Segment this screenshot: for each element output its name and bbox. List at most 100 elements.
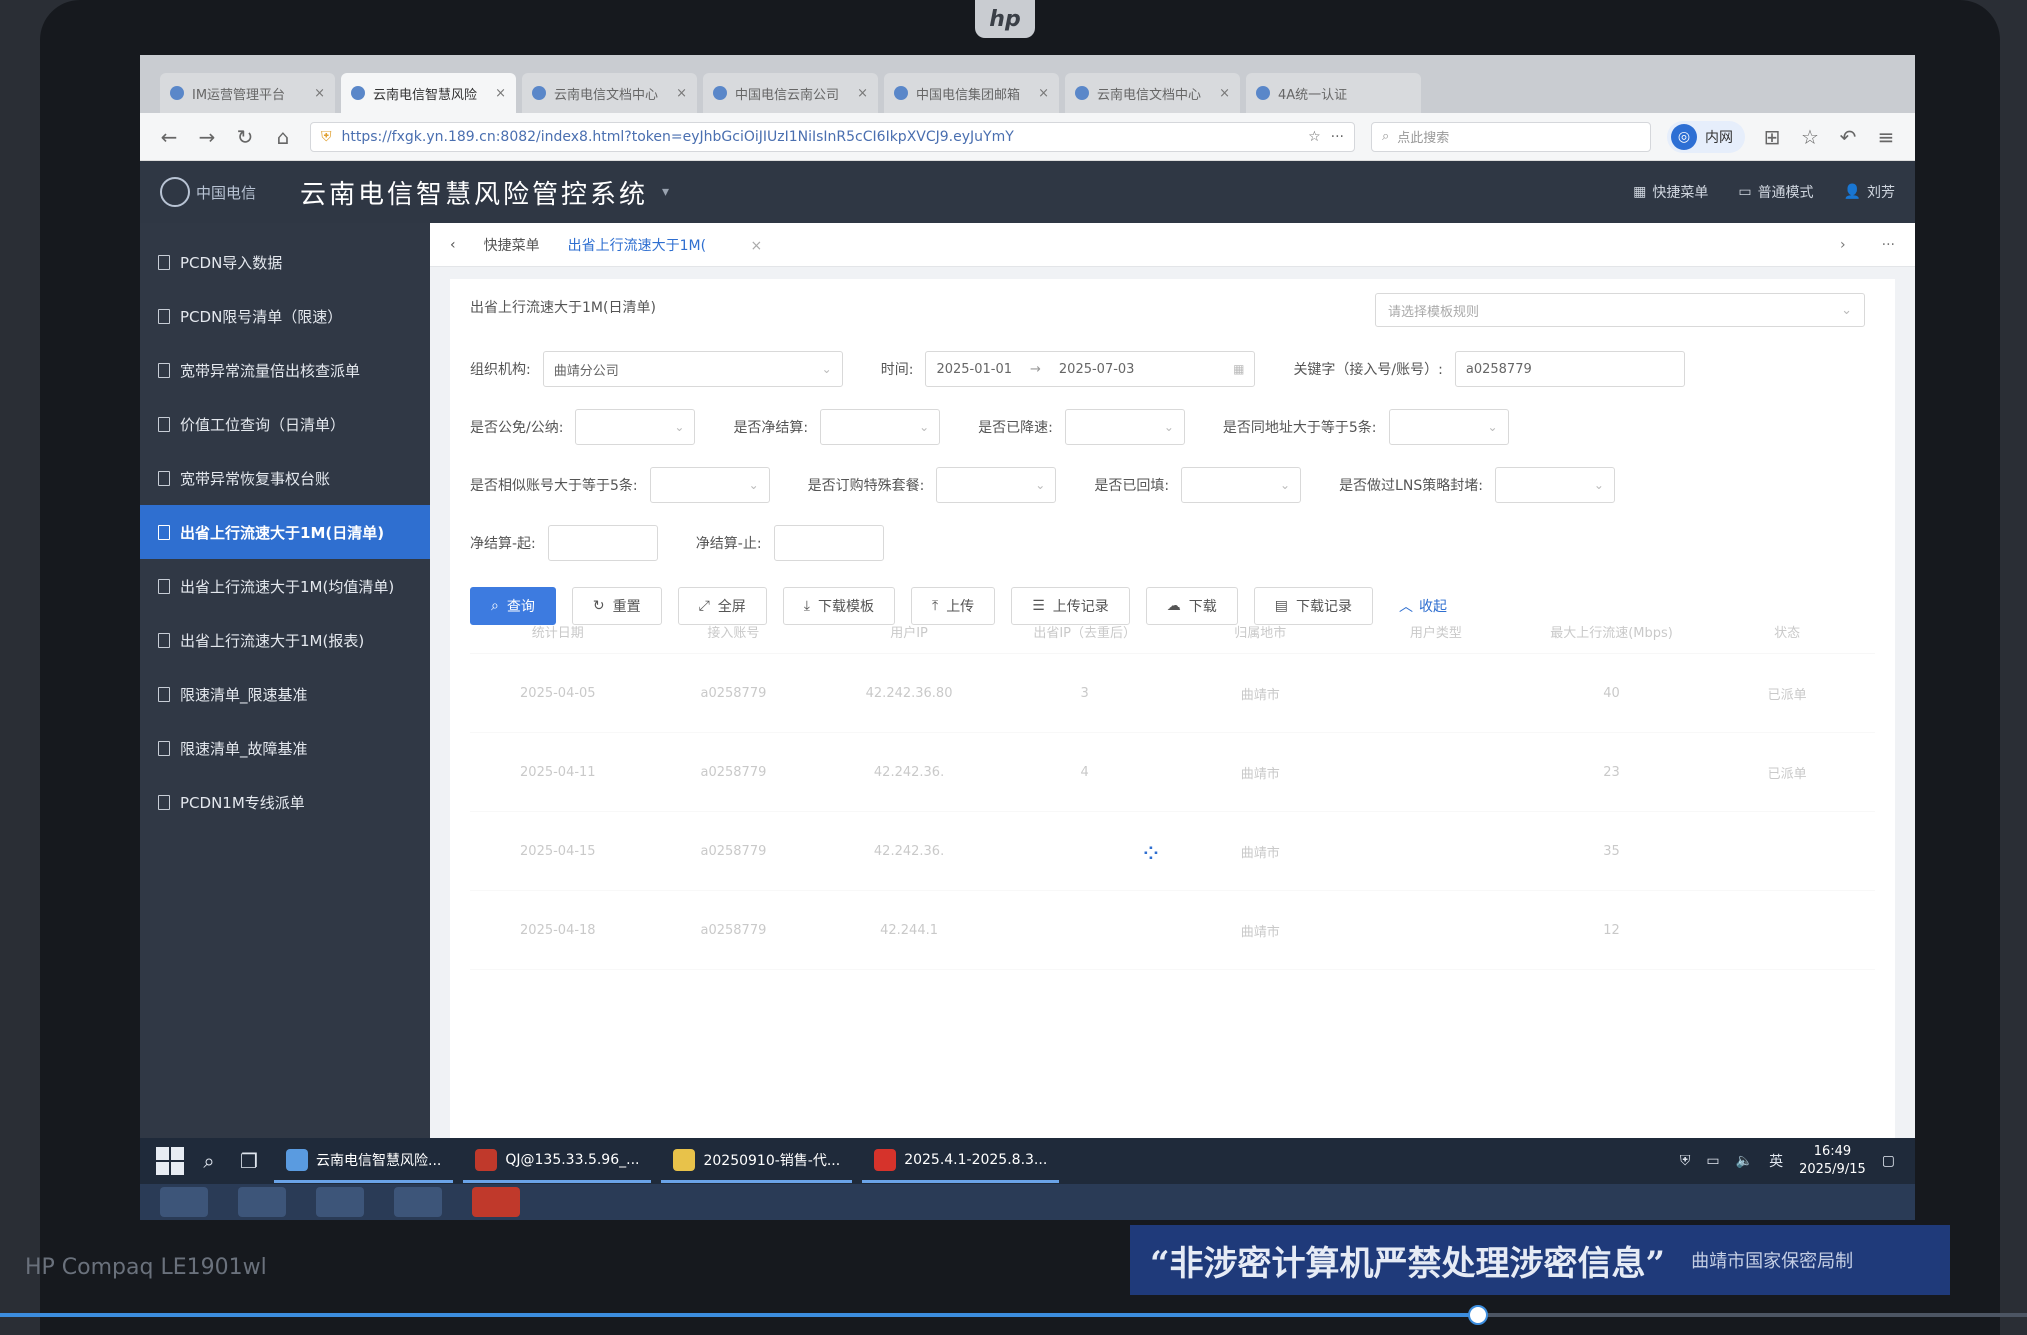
quick-menu-button[interactable]: ▦ 快捷菜单 xyxy=(1633,182,1708,202)
sidebar-item[interactable]: 宽带异常流量倍出核查派单 xyxy=(140,343,430,397)
sidebar-item[interactable]: 出省上行流速大于1M(报表) xyxy=(140,613,430,667)
close-icon[interactable]: × xyxy=(1038,86,1049,101)
table-row[interactable]: 2025-04-11 a0258779 42.242.36. 4 曲靖市 23 已派单 xyxy=(470,733,1875,812)
back-arrow-icon[interactable]: ← xyxy=(158,125,180,149)
forward-arrow-icon[interactable]: → xyxy=(196,125,218,149)
taskbar-item[interactable]: 云南电信智慧风险... xyxy=(274,1140,454,1183)
url-field[interactable]: ⛨ https://fxgk.yn.189.cn:8082/index8.htm… xyxy=(310,121,1355,152)
shield-icon[interactable]: ⛨ xyxy=(1680,1153,1691,1169)
apps-grid-icon[interactable]: ⊞ xyxy=(1761,125,1783,149)
undo-icon[interactable]: ↶ xyxy=(1837,125,1859,149)
tab-favicon-icon xyxy=(170,86,184,100)
screen: IM运营管理平台 × 云南电信智慧风险 × 云南电信文档中心 × 中国电信云南公司 × … xyxy=(140,55,1915,1220)
close-icon[interactable]: × xyxy=(1219,86,1230,101)
sidebar-item[interactable]: 宽带异常恢复事权台账 xyxy=(140,451,430,505)
table-row[interactable]: 2025-04-18 a0258779 42.244.1 曲靖市 12 xyxy=(470,891,1875,970)
menu-icon[interactable]: ≡ xyxy=(1875,125,1897,149)
browser-tab[interactable]: 中国电信云南公司 × xyxy=(703,73,878,113)
slowed-label: 是否已降速: xyxy=(978,420,1053,436)
task-view-icon[interactable]: ❐ xyxy=(234,1146,264,1176)
browser-tab-active[interactable]: 云南电信智慧风险 × xyxy=(341,73,516,113)
reload-icon[interactable]: ↻ xyxy=(234,125,256,149)
favorites-icon[interactable]: ☆ xyxy=(1799,125,1821,149)
similar-account-select[interactable]: ⌄ xyxy=(649,467,770,503)
lns-select[interactable]: ⌄ xyxy=(1494,467,1615,503)
search-icon[interactable]: ⌕ xyxy=(194,1146,224,1176)
tabs-back-button[interactable]: ‹ xyxy=(450,237,456,253)
user-icon: 👤 xyxy=(1843,184,1861,200)
sidebar-item[interactable]: 限速清单_限速基准 xyxy=(140,667,430,721)
package-select[interactable]: ⌄ xyxy=(936,467,1057,503)
sidebar-item[interactable]: PCDN导入数据 xyxy=(140,235,430,289)
document-icon xyxy=(158,416,170,432)
sidebar-item[interactable]: 出省上行流速大于1M(均值清单) xyxy=(140,559,430,613)
settle-from-input[interactable] xyxy=(547,525,658,561)
chrome-icon[interactable] xyxy=(394,1187,442,1217)
date-range-picker[interactable]: 2025-01-01 → 2025-07-03 ▦ xyxy=(925,351,1256,387)
slowed-select[interactable]: ⌄ xyxy=(1064,409,1185,445)
org-select[interactable]: 曲靖分公司 ⌄ xyxy=(542,351,843,387)
network-icon[interactable]: ▭ xyxy=(1706,1153,1719,1169)
tab-current[interactable]: 出省上行流速大于1M( × xyxy=(568,235,763,255)
browser-tab[interactable]: 4A统一认证 xyxy=(1246,73,1421,113)
close-icon[interactable]: × xyxy=(857,86,868,101)
star-icon[interactable]: ☆ xyxy=(1308,129,1321,145)
lns-label: 是否做过LNS策略封堵: xyxy=(1339,478,1483,494)
tabs-more-button[interactable]: ··· xyxy=(1882,237,1895,253)
sidebar-item-active[interactable]: 出省上行流速大于1M(日清单) xyxy=(140,505,430,559)
input-language[interactable]: 英 xyxy=(1769,1151,1783,1171)
document-icon xyxy=(158,794,170,810)
chevron-down-icon: ⌄ xyxy=(748,478,759,492)
close-icon[interactable]: × xyxy=(676,86,687,101)
public-select[interactable]: ⌄ xyxy=(575,409,696,445)
settle-select[interactable]: ⌄ xyxy=(820,409,941,445)
video-progress-bar[interactable] xyxy=(0,1313,2027,1317)
same-ip-select[interactable]: ⌄ xyxy=(1388,409,1509,445)
start-orb-icon[interactable] xyxy=(160,1187,208,1217)
sidebar-item[interactable]: 价值工位查询（日清单） xyxy=(140,397,430,451)
reply-select[interactable]: ⌄ xyxy=(1181,467,1302,503)
clock[interactable]: 16:49 2025/9/15 xyxy=(1799,1143,1866,1179)
sidebar-item[interactable]: PCDN限号清单（限速） xyxy=(140,289,430,343)
tab-quick-menu[interactable]: 快捷菜单 xyxy=(484,235,540,255)
user-menu[interactable]: 👤 刘芳 xyxy=(1844,182,1895,202)
table-row[interactable]: 2025-04-15 a0258779 42.242.36. 曲靖市 35 xyxy=(470,812,1875,891)
close-icon[interactable]: × xyxy=(314,86,325,101)
remote-desktop-icon[interactable] xyxy=(316,1187,364,1217)
page-tabs: ‹ 快捷菜单 出省上行流速大于1M( × › ··· xyxy=(430,223,1915,267)
volume-icon[interactable]: 🔈 xyxy=(1736,1153,1753,1169)
browser-tab[interactable]: 云南电信文档中心 × xyxy=(522,73,697,113)
taskbar-item[interactable]: QJ@135.33.5.96_... xyxy=(463,1140,652,1183)
taskbar-item[interactable]: 2025.4.1-2025.8.3... xyxy=(862,1140,1060,1183)
tab-favicon-icon xyxy=(532,86,546,100)
mode-switch-button[interactable]: ▭ 普通模式 xyxy=(1738,182,1813,202)
sidebar-item[interactable]: 限速清单_故障基准 xyxy=(140,721,430,775)
rule-template-select[interactable]: 请选择模板规则 ⌄ xyxy=(1375,293,1865,327)
chevron-down-icon[interactable]: ▾ xyxy=(662,184,669,200)
taskbar-item[interactable]: 20250910-销售-代... xyxy=(661,1140,853,1183)
wps-icon[interactable] xyxy=(472,1187,520,1217)
close-icon[interactable]: × xyxy=(495,86,506,101)
browser-tab[interactable]: 云南电信文档中心 × xyxy=(1065,73,1240,113)
notification-icon[interactable]: ▢ xyxy=(1882,1153,1895,1169)
browser-tab[interactable]: 中国电信集团邮箱 × xyxy=(884,73,1059,113)
table-row[interactable]: 2025-04-05 a0258779 42.242.36.80 3 曲靖市 40 已派单 xyxy=(470,654,1875,733)
settle-to-input[interactable] xyxy=(773,525,884,561)
windows-start-icon[interactable] xyxy=(156,1147,184,1175)
explorer-icon[interactable] xyxy=(238,1187,286,1217)
video-scrub-handle[interactable] xyxy=(1468,1305,1488,1325)
tabs-next-button[interactable]: › xyxy=(1840,237,1846,253)
keyword-input[interactable]: a0258779 xyxy=(1454,351,1685,387)
browser-search-input[interactable]: ⌕ 点此搜索 xyxy=(1371,121,1651,152)
intranet-badge[interactable]: ◎ 内网 xyxy=(1667,120,1745,153)
home-icon[interactable]: ⌂ xyxy=(272,125,294,149)
browser-tab[interactable]: IM运营管理平台 × xyxy=(160,73,335,113)
chevron-down-icon: ⌄ xyxy=(1280,478,1291,492)
close-icon[interactable]: × xyxy=(751,238,763,254)
os-taskbar: ⌕ ❐ 云南电信智慧风险... QJ@135.33.5.96_... 20250… xyxy=(140,1138,1915,1220)
more-icon[interactable]: ··· xyxy=(1331,129,1344,145)
loading-spinner-icon: ⁘ xyxy=(1140,839,1162,869)
document-icon xyxy=(158,362,170,378)
video-progress-fill xyxy=(0,1313,1480,1317)
sidebar-item[interactable]: PCDN1M专线派单 xyxy=(140,775,430,829)
